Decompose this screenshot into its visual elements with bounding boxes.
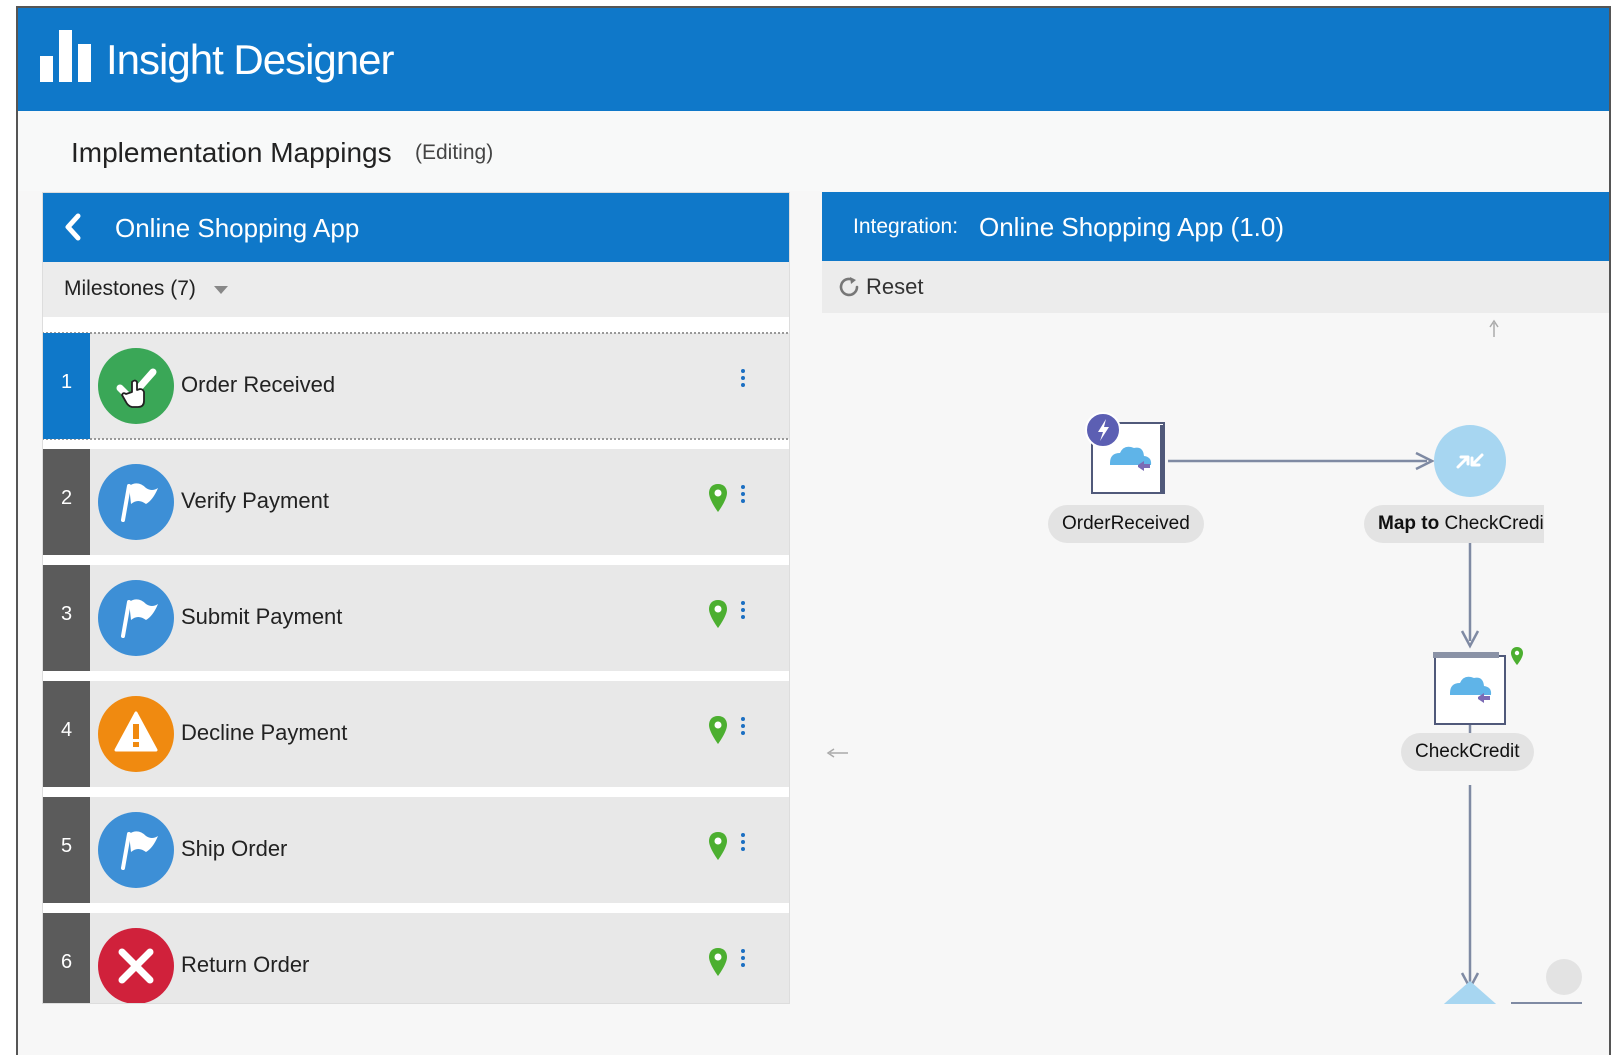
map-node-label-bold: Map to bbox=[1378, 513, 1440, 534]
milestone-row[interactable]: 1 Order Received bbox=[43, 332, 789, 440]
flag-icon bbox=[98, 580, 174, 656]
location-pin-icon[interactable] bbox=[708, 483, 728, 513]
milestones-count-label: Milestones (7) bbox=[64, 277, 196, 300]
refresh-icon bbox=[839, 277, 859, 297]
more-options-icon[interactable] bbox=[740, 485, 746, 507]
milestone-row[interactable]: 6 Return Order bbox=[43, 913, 789, 1003]
milestone-label: Return Order bbox=[181, 952, 310, 977]
milestone-row[interactable]: 2 Verify Payment bbox=[43, 449, 789, 555]
flow-diagram bbox=[826, 319, 1582, 1004]
scroll-up-arrow-icon[interactable] bbox=[1489, 319, 1499, 337]
integration-panel: Integration: Online Shopping App (1.0) R… bbox=[822, 192, 1609, 1004]
reset-button[interactable]: Reset bbox=[836, 273, 923, 301]
location-pin-icon[interactable] bbox=[1511, 647, 1523, 665]
map-node-label[interactable]: Map to CheckCredi bbox=[1364, 505, 1544, 543]
error-x-icon bbox=[98, 928, 174, 1003]
reset-label: Reset bbox=[866, 274, 924, 299]
location-pin-icon[interactable] bbox=[708, 715, 728, 745]
flag-icon bbox=[98, 464, 174, 540]
back-chevron-icon[interactable] bbox=[63, 213, 83, 241]
partial-connector bbox=[1511, 959, 1582, 1004]
flag-icon bbox=[98, 812, 174, 888]
warning-icon bbox=[98, 696, 174, 772]
milestone-label: Ship Order bbox=[181, 836, 288, 861]
milestone-label: Verify Payment bbox=[181, 488, 329, 513]
invoke-node[interactable] bbox=[1433, 652, 1506, 725]
more-options-icon[interactable] bbox=[740, 601, 746, 623]
more-options-icon[interactable] bbox=[740, 833, 746, 855]
more-options-icon[interactable] bbox=[740, 717, 746, 739]
milestone-number: 3 bbox=[43, 565, 90, 671]
map-node-icon[interactable] bbox=[1434, 425, 1506, 497]
milestone-number: 2 bbox=[43, 449, 90, 555]
map-node-label-target: CheckCredi bbox=[1439, 513, 1544, 534]
more-options-icon[interactable] bbox=[740, 369, 746, 391]
milestone-row[interactable]: 4 Decline Payment bbox=[43, 681, 789, 787]
project-title: Online Shopping App bbox=[115, 213, 360, 243]
milestones-panel: Online Shopping App Milestones (7) 1 Ord… bbox=[42, 192, 790, 1004]
milestone-label: Decline Payment bbox=[181, 720, 348, 745]
integration-prefix-label: Integration: bbox=[853, 215, 959, 238]
flow-connector bbox=[1168, 451, 1435, 471]
invoke-node-label[interactable]: CheckCredit bbox=[1401, 733, 1534, 771]
app-title: Insight Designer bbox=[106, 36, 394, 83]
location-pin-icon[interactable] bbox=[708, 947, 728, 977]
integration-panel-header: Integration: Online Shopping App (1.0) bbox=[822, 192, 1609, 261]
milestone-row[interactable]: 5 Ship Order bbox=[43, 797, 789, 903]
canvas-toolbar: Reset bbox=[822, 261, 1609, 313]
milestone-number: 1 bbox=[43, 333, 90, 439]
app-window: Insight Designer Implementation Mappings… bbox=[16, 6, 1611, 1055]
trigger-node-label[interactable]: OrderReceived bbox=[1048, 505, 1204, 543]
chevron-down-icon[interactable] bbox=[214, 286, 228, 294]
page-title: Implementation Mappings bbox=[71, 137, 392, 168]
more-options-icon[interactable] bbox=[740, 949, 746, 971]
logo-icon bbox=[40, 30, 92, 82]
milestone-number: 5 bbox=[43, 797, 90, 903]
milestones-filter[interactable]: Milestones (7) bbox=[43, 262, 789, 317]
milestone-label: Order Received bbox=[181, 372, 336, 397]
lightning-icon bbox=[1085, 412, 1121, 448]
app-header: Insight Designer bbox=[18, 8, 1609, 111]
milestones-panel-header: Online Shopping App bbox=[43, 193, 789, 262]
scroll-left-arrow-icon[interactable] bbox=[826, 748, 848, 758]
flow-connector bbox=[1460, 541, 1480, 649]
integration-canvas[interactable]: OrderReceived Map to CheckCredi CheckCre… bbox=[822, 313, 1609, 1004]
location-pin-icon[interactable] bbox=[708, 831, 728, 861]
switch-node-icon[interactable] bbox=[1428, 981, 1512, 1004]
integration-title: Online Shopping App (1.0) bbox=[979, 212, 1284, 242]
check-flag-icon bbox=[98, 348, 174, 424]
milestone-row[interactable]: 3 Submit Payment bbox=[43, 565, 789, 671]
page-mode-label: (Editing) bbox=[415, 141, 494, 164]
milestone-number: 4 bbox=[43, 681, 90, 787]
page-header: Implementation Mappings (Editing) bbox=[18, 111, 1609, 191]
milestone-label: Submit Payment bbox=[181, 604, 343, 629]
milestone-number: 6 bbox=[43, 913, 90, 1003]
location-pin-icon[interactable] bbox=[708, 599, 728, 629]
